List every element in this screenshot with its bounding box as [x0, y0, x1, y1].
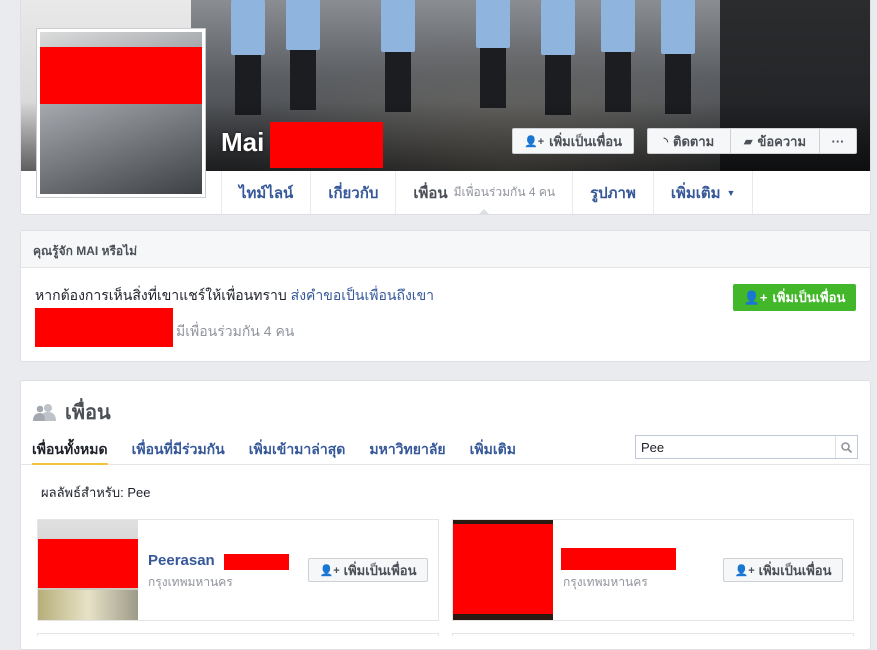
follow-label: ติดตาม [673, 133, 715, 149]
tab-about[interactable]: เกี่ยวกับ [311, 171, 397, 214]
profile-picture-image [40, 32, 202, 194]
friend-location: กรุงเทพมหานคร [148, 575, 233, 589]
redaction-box [453, 524, 553, 614]
friend-search-input[interactable] [636, 436, 835, 458]
profile-name[interactable]: Mai [221, 127, 264, 158]
tab-timeline[interactable]: ไทม์ไลน์ [222, 171, 312, 214]
profile-header: Mai 👤+ เพิ่มเป็นเพื่อน ◝ ติดตาม ▰ ข้อความ ·… [20, 0, 871, 215]
tab-more-label: เพิ่มเติม [670, 184, 721, 202]
add-friend-icon: 👤+ [524, 135, 545, 148]
tab-all-friends[interactable]: เพื่อนทั้งหมด [32, 433, 108, 465]
search-results-label: ผลลัพธ์สำหรับ: Pee [41, 485, 151, 500]
friends-title-text: เพื่อน [65, 402, 111, 424]
friend-add-label: เพิ่มเป็นเพื่อน [343, 562, 417, 578]
cover-figure [381, 0, 415, 112]
friends-section: เพื่อน เพื่อนทั้งหมด เพื่อนที่มีร่วมกัน … [20, 380, 871, 650]
friend-card: กรุงเทพมหานคร 👤+ เพิ่มเป็นเพื่อน [452, 519, 854, 621]
friend-avatar[interactable] [38, 520, 138, 620]
redaction-box [40, 47, 202, 104]
profile-name-text: Mai [221, 127, 265, 157]
cover-figure [476, 0, 510, 108]
redaction-box [35, 308, 173, 347]
mutual-friends-count[interactable]: มีเพื่อนร่วมกัน 4 คน [176, 321, 294, 343]
more-options-button[interactable]: ··· [819, 128, 857, 154]
friend-name[interactable]: Peerasan [148, 552, 215, 569]
tab-friends[interactable]: เพื่อน มีเพื่อนร่วมกัน 4 คน [396, 171, 574, 215]
send-friend-request-link[interactable]: ส่งคำขอเป็นเพื่อนถึงเขา [291, 287, 434, 303]
tab-recently-added[interactable]: เพิ่มเข้ามาล่าสุด [249, 433, 346, 465]
cover-figure [661, 0, 695, 114]
do-you-know-text: หากต้องการเห็นสิ่งที่เขาแชร์ให้เพื่อนทรา… [35, 285, 434, 307]
tab-friends-more[interactable]: เพิ่มเติม [470, 433, 516, 465]
message-button[interactable]: ▰ ข้อความ [730, 128, 820, 154]
tab-friends-mutual-count: มีเพื่อนร่วมกัน 4 คน [453, 185, 556, 199]
search-icon-glyph [841, 441, 852, 453]
friend-name-text: Peerasan [148, 552, 215, 569]
tab-friends-label: เพื่อน [413, 184, 448, 202]
message-label: ข้อความ [757, 133, 807, 149]
redaction-box [38, 539, 138, 588]
friend-search-box [635, 435, 858, 459]
add-friend-label: เพิ่มเป็นเพื่อน [549, 133, 622, 149]
redaction-box [561, 548, 676, 570]
cover-figure [601, 0, 635, 112]
friend-avatar[interactable] [453, 520, 553, 620]
tab-mutual-friends[interactable]: เพื่อนที่มีร่วมกัน [132, 433, 225, 465]
redaction-box [224, 554, 289, 570]
friend-add-label: เพิ่มเป็นเพื่อน [758, 562, 832, 578]
friend-card: Peerasan กรุงเทพมหานคร 👤+ เพิ่มเป็นเพื่อน [37, 519, 439, 621]
tab-timeline-label: ไทม์ไลน์ [239, 184, 294, 202]
do-you-know-message: หากต้องการเห็นสิ่งที่เขาแชร์ให้เพื่อนทรา… [35, 287, 287, 303]
add-friend-green-button[interactable]: 👤+ เพิ่มเป็นเพื่อน [733, 284, 856, 311]
rss-icon: ◝ [663, 135, 669, 148]
tab-more[interactable]: เพิ่มเติม ▼ [654, 171, 754, 214]
friends-title: เพื่อน [33, 396, 111, 428]
cover-figure [231, 0, 265, 115]
friend-add-button[interactable]: 👤+ เพิ่มเป็นเพื่อน [308, 558, 428, 582]
tab-photos-label: รูปภาพ [590, 184, 636, 202]
search-icon[interactable] [835, 436, 857, 458]
cover-figure [286, 0, 320, 110]
friend-add-button[interactable]: 👤+ เพิ่มเป็นเพื่อน [723, 558, 843, 582]
do-you-know-card: คุณรู้จัก MAI หรือไม่ หากต้องการเห็นสิ่ง… [20, 230, 871, 362]
cover-figure [541, 0, 575, 115]
profile-nav-tabs: ไทม์ไลน์ เกี่ยวกับ เพื่อน มีเพื่อนร่วมกัน… [221, 171, 754, 215]
tab-about-label: เกี่ยวกับ [328, 184, 379, 202]
message-icon: ▰ [743, 135, 753, 148]
tab-photos[interactable]: รูปภาพ [573, 171, 654, 214]
more-dots-icon: ··· [831, 133, 845, 149]
friends-icon [33, 404, 56, 421]
tab-university[interactable]: มหาวิทยาลัย [369, 433, 445, 465]
avatar-photo-detail [38, 590, 138, 620]
add-friend-icon: 👤+ [743, 289, 768, 305]
add-friend-green-label: เพิ่มเป็นเพื่อน [772, 290, 846, 305]
caret-down-icon: ▼ [726, 187, 736, 198]
profile-picture[interactable] [36, 28, 206, 198]
redaction-box [270, 122, 383, 168]
add-friend-icon: 👤+ [734, 564, 755, 577]
follow-button[interactable]: ◝ ติดตาม [647, 128, 731, 154]
friend-location: กรุงเทพมหานคร [563, 575, 648, 589]
do-you-know-title: คุณรู้จัก MAI หรือไม่ [21, 231, 870, 268]
add-friend-button[interactable]: 👤+ เพิ่มเป็นเพื่อน [512, 128, 634, 154]
add-friend-icon: 👤+ [319, 564, 340, 577]
